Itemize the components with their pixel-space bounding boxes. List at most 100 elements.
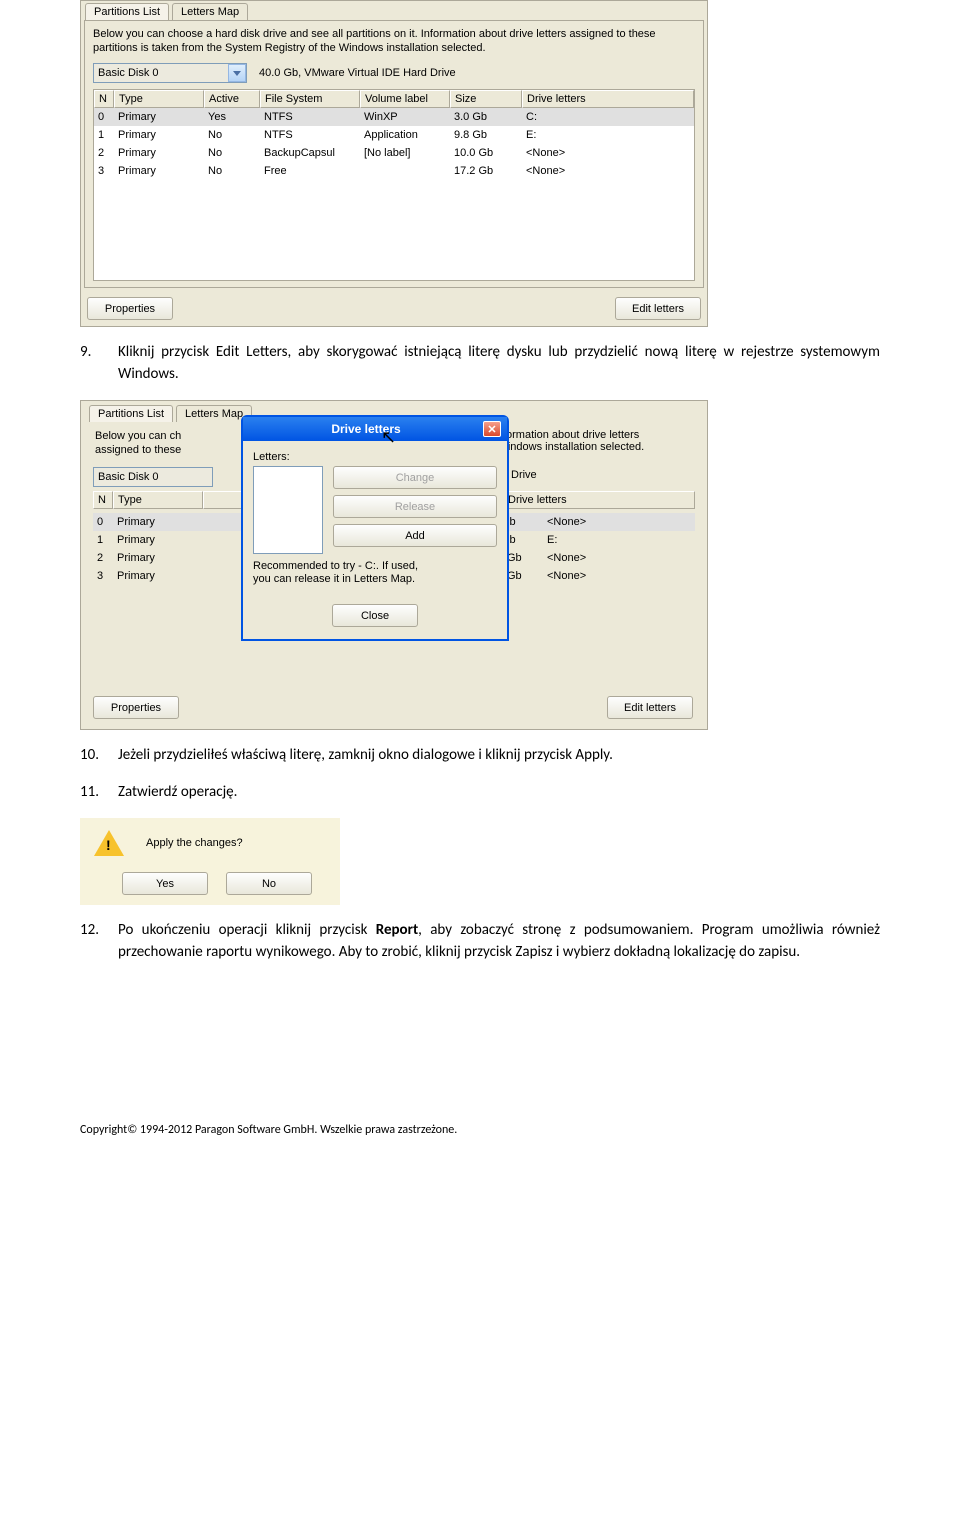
col-volume-label[interactable]: Volume label xyxy=(360,90,450,108)
cell-drive: E: xyxy=(522,126,694,144)
cell-size-fragment: Gb xyxy=(503,549,543,567)
tab-partitions-list[interactable]: Partitions List xyxy=(85,3,169,20)
apply-confirm-panel: Apply the changes? Yes No xyxy=(80,818,340,905)
col-filesystem[interactable]: File System xyxy=(260,90,360,108)
partitions-panel-with-dialog: Partitions List Letters Map Below you ca… xyxy=(80,400,708,730)
cell-size-fragment: Gb xyxy=(503,567,543,585)
cell-drive: C: xyxy=(522,108,694,126)
cell-fs: BackupCapsul xyxy=(260,144,360,162)
table-row[interactable]: 0 Primary Yes NTFS WinXP 3.0 Gb C: xyxy=(94,108,694,126)
cell-type: Primary xyxy=(114,108,204,126)
drive-text-fragment: Drive xyxy=(511,469,537,481)
tab-strip: Partitions List Letters Map xyxy=(81,1,707,20)
properties-button[interactable]: Properties xyxy=(93,696,179,719)
page-footer: Copyright© 1994-2012 Paragon Software Gm… xyxy=(80,1123,880,1137)
step-text: Po ukończeniu operacji kliknij przycisk … xyxy=(118,919,880,963)
cell-fs: NTFS xyxy=(260,126,360,144)
cell-type: Primary xyxy=(113,531,203,549)
step-number: 11. xyxy=(80,781,118,803)
cell-size: 9.8 Gb xyxy=(450,126,522,144)
step-text: Jeżeli przydzieliłeś właściwą literę, za… xyxy=(118,744,880,766)
cell-vol: [No label] xyxy=(360,144,450,162)
cell-type: Primary xyxy=(113,549,203,567)
col-drive-letters[interactable]: Drive letters xyxy=(503,491,695,509)
edit-letters-button[interactable]: Edit letters xyxy=(615,297,701,320)
cell-vol: Application xyxy=(360,126,450,144)
disk-combo[interactable]: Basic Disk 0 xyxy=(93,467,213,487)
chevron-down-icon xyxy=(233,71,241,76)
dialog-titlebar[interactable]: Drive letters ✕ xyxy=(243,417,507,441)
cell-fs: NTFS xyxy=(260,108,360,126)
cell-size-fragment: ib xyxy=(503,513,543,531)
add-button[interactable]: Add xyxy=(333,524,497,547)
cell-drive: <None> xyxy=(522,162,694,180)
cell-drive: E: xyxy=(543,531,695,549)
cell-vol: WinXP xyxy=(360,108,450,126)
table-row[interactable]: 2 Primary No BackupCapsul [No label] 10.… xyxy=(94,144,694,162)
yes-button[interactable]: Yes xyxy=(122,872,208,895)
panel-description-left: Below you can ch assigned to these xyxy=(95,429,225,457)
drive-letters-dialog: Drive letters ✕ Letters: Change Release … xyxy=(241,415,509,641)
step-number: 9. xyxy=(80,341,118,385)
col-type[interactable]: Type xyxy=(113,491,203,509)
confirm-question: Apply the changes? xyxy=(146,837,243,849)
cell-drive: <None> xyxy=(543,567,695,585)
table-row[interactable]: 1 Primary No NTFS Application 9.8 Gb E: xyxy=(94,126,694,144)
cell-type: Primary xyxy=(113,567,203,585)
cell-type: Primary xyxy=(114,144,204,162)
col-n[interactable]: N xyxy=(93,491,113,509)
partitions-table: N Type Active File System Volume label S… xyxy=(93,89,695,281)
cell-n: 1 xyxy=(93,531,113,549)
col-type[interactable]: Type xyxy=(114,90,204,108)
step-text: Kliknij przycisk Edit Letters, aby skory… xyxy=(118,341,880,385)
step-number: 10. xyxy=(80,744,118,766)
step-10-11: 10. Jeżeli przydzieliłeś właściwą literę… xyxy=(80,744,880,803)
cell-n: 2 xyxy=(94,144,114,162)
cell-n: 1 xyxy=(94,126,114,144)
tab-body: Below you can choose a hard disk drive a… xyxy=(84,20,704,288)
cell-n: 0 xyxy=(93,513,113,531)
partitions-table-header: N Type Active File System Volume label S… xyxy=(94,90,694,108)
cell-type: Primary xyxy=(114,126,204,144)
tab-letters-map[interactable]: Letters Map xyxy=(172,3,248,20)
cell-drive: <None> xyxy=(522,144,694,162)
step-text: Zatwierdź operację. xyxy=(118,781,880,803)
col-n[interactable]: N xyxy=(94,90,114,108)
change-button: Change xyxy=(333,466,497,489)
cell-size: 17.2 Gb xyxy=(450,162,522,180)
col-active[interactable]: Active xyxy=(204,90,260,108)
tab-partitions-list[interactable]: Partitions List xyxy=(89,405,173,422)
cell-n: 3 xyxy=(93,567,113,585)
col-size[interactable]: Size xyxy=(450,90,522,108)
cell-active: No xyxy=(204,144,260,162)
cell-vol xyxy=(360,162,450,180)
letters-label: Letters: xyxy=(253,451,497,463)
cell-size: 10.0 Gb xyxy=(450,144,522,162)
table-row[interactable]: 3 Primary No Free 17.2 Gb <None> xyxy=(94,162,694,180)
warning-icon xyxy=(92,830,126,856)
close-button[interactable]: Close xyxy=(332,604,418,627)
properties-button[interactable]: Properties xyxy=(87,297,173,320)
cell-drive: <None> xyxy=(543,549,695,567)
recommendation-text: Recommended to try - C:. If used, you ca… xyxy=(253,560,433,586)
disk-combo-button[interactable] xyxy=(228,64,246,82)
cell-fs: Free xyxy=(260,162,360,180)
cell-drive: <None> xyxy=(543,513,695,531)
edit-letters-button[interactable]: Edit letters xyxy=(607,696,693,719)
disk-combo-value: Basic Disk 0 xyxy=(94,67,228,79)
partitions-panel: Partitions List Letters Map Below you ca… xyxy=(80,0,708,327)
col-drive-letters[interactable]: Drive letters xyxy=(522,90,694,108)
letters-listbox[interactable] xyxy=(253,466,323,554)
step-12: 12. Po ukończeniu operacji kliknij przyc… xyxy=(80,919,880,963)
cell-active: No xyxy=(204,162,260,180)
cell-n: 2 xyxy=(93,549,113,567)
close-icon[interactable]: ✕ xyxy=(483,421,501,437)
release-button: Release xyxy=(333,495,497,518)
disk-combo[interactable]: Basic Disk 0 xyxy=(93,63,247,83)
dialog-title: Drive letters xyxy=(249,422,483,436)
panel-description: Below you can choose a hard disk drive a… xyxy=(93,27,695,55)
cell-active: No xyxy=(204,126,260,144)
disk-description-text: 40.0 Gb, VMware Virtual IDE Hard Drive xyxy=(259,67,456,79)
cell-size: 3.0 Gb xyxy=(450,108,522,126)
no-button[interactable]: No xyxy=(226,872,312,895)
